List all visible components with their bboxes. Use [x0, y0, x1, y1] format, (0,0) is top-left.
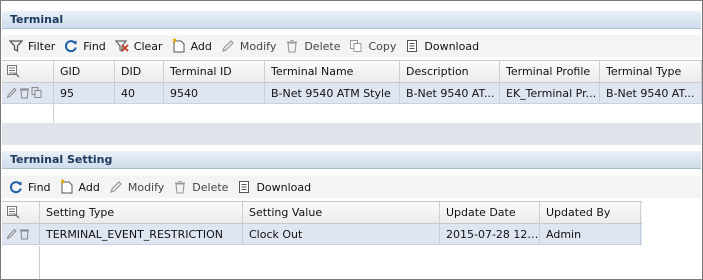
column-chooser-icon: [6, 64, 20, 82]
download-button[interactable]: Download: [402, 36, 485, 56]
column-header-terminal-profile[interactable]: Terminal Profile: [500, 61, 600, 82]
column-header-updated-by[interactable]: Updated By: [540, 202, 641, 223]
setting-delete-label: Delete: [192, 180, 229, 194]
copy-icon: [348, 38, 364, 54]
filter-label: Filter: [28, 39, 56, 53]
grid-divider: [53, 105, 54, 123]
cell-setting-type: TERMINAL_EVENT_RESTRICTION: [40, 224, 243, 244]
app-frame: Terminal Filter Find Clear Add Modify De…: [0, 0, 703, 280]
pencil-icon[interactable]: [6, 227, 18, 244]
refresh-icon: [63, 38, 79, 54]
cell-update-date: 2015-07-28 12:...: [440, 224, 540, 244]
document-icon: [236, 179, 252, 195]
cell-description: B-Net 9540 AT...: [400, 83, 500, 103]
trash-icon: [172, 179, 188, 195]
table-row[interactable]: 95 40 9540 B-Net 9540 ATM Style B-Net 95…: [2, 83, 702, 104]
column-header-terminal-type[interactable]: Terminal Type: [600, 61, 702, 82]
setting-download-label: Download: [256, 180, 312, 194]
filter-button[interactable]: Filter: [6, 36, 61, 56]
cell-terminal-id: 9540: [164, 83, 265, 103]
column-header-did[interactable]: DID: [115, 61, 164, 82]
setting-column-chooser-cell[interactable]: [2, 202, 40, 223]
cell-terminal-type: B-Net 9540 AT...: [600, 83, 702, 103]
filter-icon: [8, 38, 24, 54]
modify-label: Modify: [239, 39, 277, 53]
cell-gid: 95: [54, 83, 115, 103]
find-button[interactable]: Find: [61, 36, 112, 56]
copy-label: Copy: [368, 39, 397, 53]
terminal-panel-title: Terminal: [10, 13, 64, 26]
setting-add-label: Add: [78, 180, 100, 194]
modify-button[interactable]: Modify: [218, 36, 282, 56]
delete-button[interactable]: Delete: [282, 36, 346, 56]
terminal-grid: GID DID Terminal ID Terminal Name Descri…: [2, 60, 702, 104]
refresh-icon: [8, 179, 24, 195]
clear-label: Clear: [133, 39, 163, 53]
cell-setting-value: Clock Out: [243, 224, 440, 244]
cell-terminal-profile: EK_Terminal Pr...: [500, 83, 600, 103]
setting-grid-header: Setting Type Setting Value Update Date U…: [2, 202, 642, 224]
setting-grid: Setting Type Setting Value Update Date U…: [2, 201, 642, 245]
terminal-setting-panel-header: Terminal Setting: [2, 151, 701, 169]
pencil-icon[interactable]: [6, 86, 18, 103]
column-header-setting-type[interactable]: Setting Type: [40, 202, 243, 223]
add-button[interactable]: Add: [169, 36, 218, 56]
copy-button[interactable]: Copy: [346, 36, 402, 56]
trash-icon: [284, 38, 300, 54]
table-row[interactable]: TERMINAL_EVENT_RESTRICTION Clock Out 201…: [2, 224, 642, 245]
column-header-setting-value[interactable]: Setting Value: [243, 202, 440, 223]
add-document-icon: [59, 179, 75, 195]
terminal-panel-footer: [2, 123, 701, 145]
terminal-toolbar: Filter Find Clear Add Modify Delete Copy…: [2, 35, 701, 57]
pencil-icon: [108, 179, 124, 195]
column-header-description[interactable]: Description: [400, 61, 500, 82]
cell-terminal-name: B-Net 9540 ATM Style: [265, 83, 400, 103]
setting-row-actions: [2, 224, 40, 244]
row-actions: [2, 83, 54, 103]
setting-download-button[interactable]: Download: [234, 177, 317, 197]
column-chooser-cell[interactable]: [2, 61, 54, 82]
setting-find-button[interactable]: Find: [6, 177, 57, 197]
add-document-icon: [171, 38, 187, 54]
download-label: Download: [424, 39, 480, 53]
pencil-icon: [220, 38, 236, 54]
setting-modify-button[interactable]: Modify: [106, 177, 170, 197]
column-header-gid[interactable]: GID: [54, 61, 115, 82]
find-label: Find: [83, 39, 106, 53]
trash-icon[interactable]: [19, 86, 30, 103]
cell-updated-by: Admin: [540, 224, 641, 244]
setting-modify-label: Modify: [127, 180, 165, 194]
terminal-panel-header: Terminal: [2, 11, 701, 29]
cell-did: 40: [115, 83, 164, 103]
clear-button[interactable]: Clear: [112, 36, 169, 56]
column-header-update-date[interactable]: Update Date: [440, 202, 540, 223]
column-header-terminal-name[interactable]: Terminal Name: [265, 61, 400, 82]
terminal-grid-header: GID DID Terminal ID Terminal Name Descri…: [2, 61, 702, 83]
copy-icon[interactable]: [31, 86, 43, 103]
document-icon: [404, 38, 420, 54]
clear-filter-icon: [114, 38, 130, 54]
trash-icon[interactable]: [19, 227, 30, 244]
setting-toolbar: Find Add Modify Delete Download: [2, 176, 701, 198]
grid-divider: [39, 246, 40, 279]
column-chooser-icon: [6, 205, 20, 223]
delete-label: Delete: [304, 39, 341, 53]
column-header-terminal-id[interactable]: Terminal ID: [164, 61, 265, 82]
add-label: Add: [190, 39, 212, 53]
setting-add-button[interactable]: Add: [57, 177, 106, 197]
setting-delete-button[interactable]: Delete: [170, 177, 234, 197]
terminal-setting-panel-title: Terminal Setting: [10, 153, 113, 166]
setting-find-label: Find: [28, 180, 51, 194]
